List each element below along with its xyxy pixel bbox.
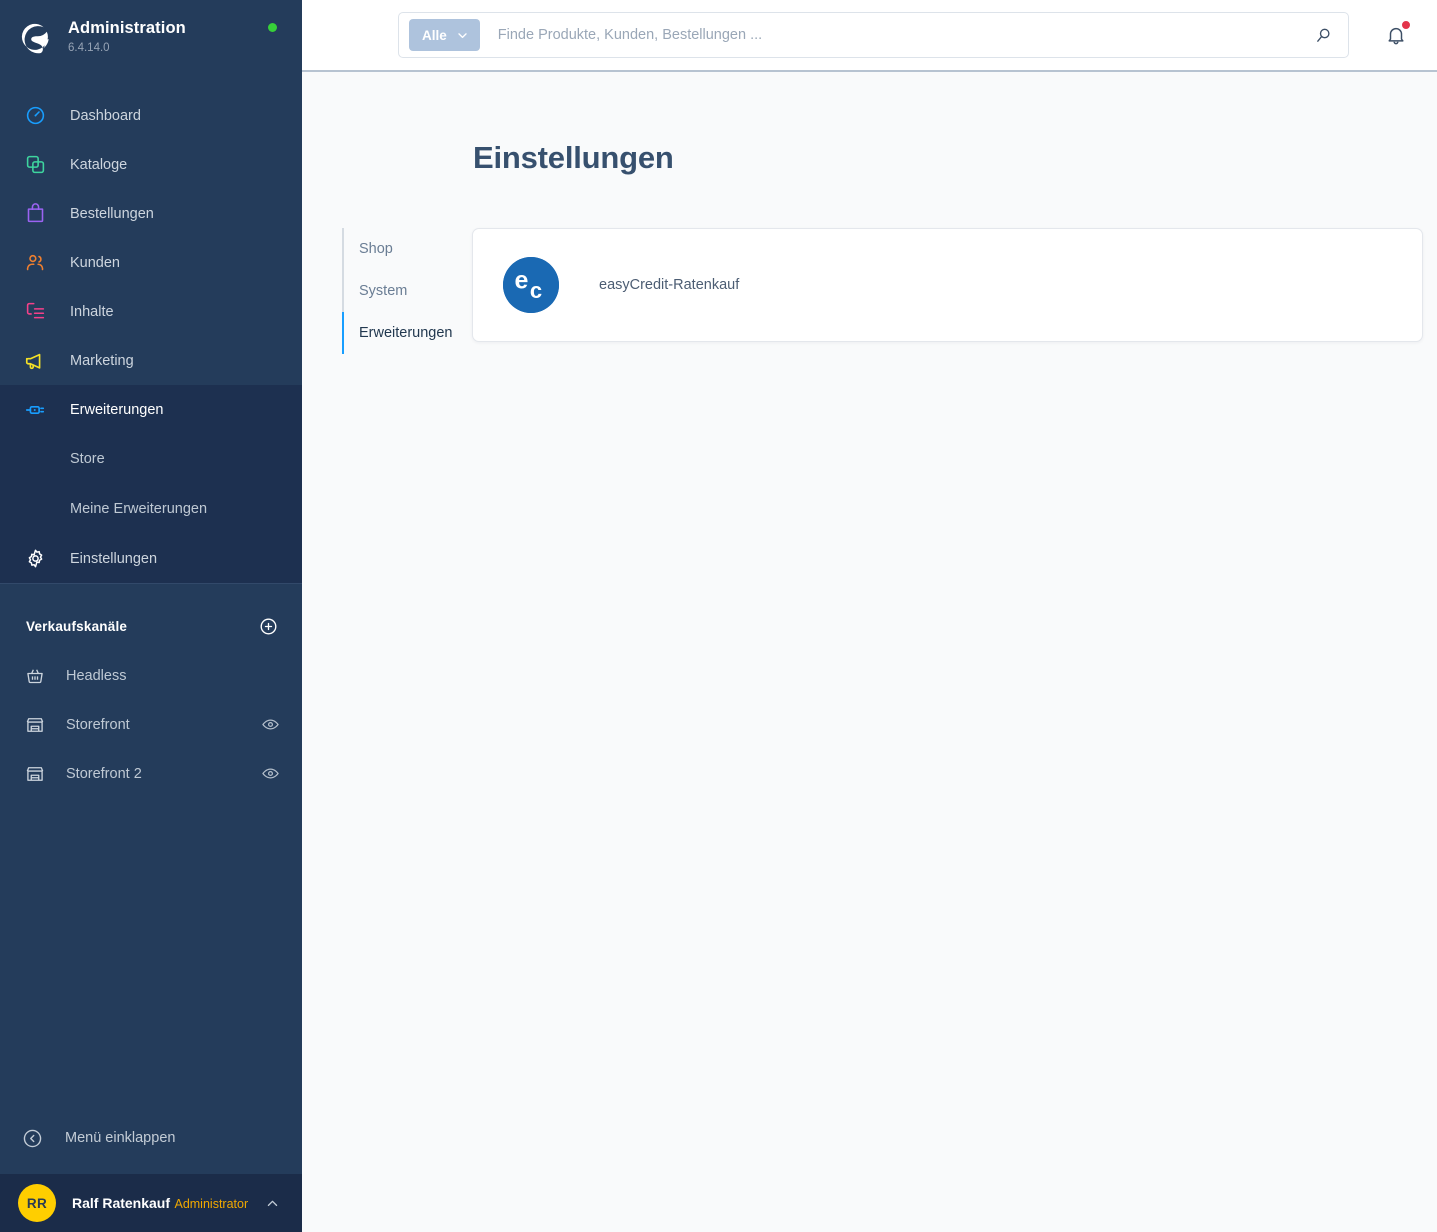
gear-icon	[22, 546, 48, 572]
settings-body: Shop System Erweiterungen e c easyCredit…	[342, 228, 1423, 354]
sidebar-item-label: Inhalte	[70, 303, 114, 320]
sidebar-divider	[0, 583, 302, 584]
plug-icon	[22, 397, 48, 423]
sidebar-item-label: Erweiterungen	[70, 401, 164, 418]
collapse-menu-button[interactable]: Menü einklappen	[0, 1112, 302, 1164]
collapse-menu-label: Menü einklappen	[65, 1130, 176, 1146]
tab-system[interactable]: System	[342, 270, 472, 312]
user-meta: Ralf Ratenkauf Administrator	[72, 1194, 265, 1213]
app-root: Administration 6.4.14.0 Dashboard Katalo…	[0, 0, 1437, 1232]
sidebar-item-marketing[interactable]: Marketing	[0, 336, 302, 385]
notification-badge-dot	[1401, 20, 1411, 30]
brand-title: Administration	[68, 19, 186, 38]
basket-icon	[22, 663, 48, 689]
primary-navigation: Dashboard Kataloge Bestellungen Kunden I…	[0, 74, 302, 584]
sidebar-item-bestellungen[interactable]: Bestellungen	[0, 189, 302, 238]
brand-version: 6.4.14.0	[68, 41, 110, 54]
orders-bag-icon	[22, 201, 48, 227]
customers-icon	[22, 250, 48, 276]
topbar: Alle	[302, 0, 1437, 72]
sidebar-group-erweiterungen: Erweiterungen Store Meine Erweiterungen	[0, 385, 302, 583]
sidebar-channel-storefront[interactable]: Storefront	[0, 700, 302, 749]
user-name: Ralf Ratenkauf	[72, 1194, 171, 1211]
sidebar: Administration 6.4.14.0 Dashboard Katalo…	[0, 0, 302, 1232]
sidebar-channel-label: Storefront 2	[66, 765, 142, 782]
sidebar-subitem-label: Meine Erweiterungen	[70, 501, 208, 517]
search-input[interactable]	[479, 27, 1304, 43]
sidebar-channel-label: Headless	[66, 667, 127, 684]
notifications-button[interactable]	[1379, 18, 1413, 52]
storefront-icon	[22, 761, 48, 787]
sidebar-subitem-label: Store	[70, 451, 105, 467]
search-scope-select[interactable]: Alle	[409, 19, 480, 51]
tab-erweiterungen[interactable]: Erweiterungen	[342, 312, 472, 354]
tab-shop[interactable]: Shop	[342, 228, 472, 270]
sidebar-subitem-store[interactable]: Store	[0, 434, 302, 484]
chevron-left-circle-icon	[22, 1128, 43, 1149]
plus-circle-icon[interactable]	[259, 617, 278, 636]
extension-name: easyCredit-Ratenkauf	[599, 277, 740, 293]
easycredit-logo-icon: e c	[503, 257, 559, 313]
sidebar-item-erweiterungen[interactable]: Erweiterungen	[0, 385, 302, 434]
extension-card[interactable]: e c easyCredit-Ratenkauf	[472, 228, 1423, 342]
main-area: Alle Finde Produkte, Kunden, Bestellunge…	[302, 0, 1437, 1232]
tab-label: Erweiterungen	[359, 325, 453, 341]
content-icon	[22, 299, 48, 325]
channels-title: Verkaufskanäle	[26, 618, 128, 634]
sidebar-item-inhalte[interactable]: Inhalte	[0, 287, 302, 336]
global-search: Alle	[398, 12, 1349, 58]
sidebar-item-label: Kunden	[70, 254, 120, 271]
sidebar-channel-storefront-2[interactable]: Storefront 2	[0, 749, 302, 798]
status-indicator-dot	[268, 23, 277, 32]
sidebar-item-einstellungen[interactable]: Einstellungen	[0, 534, 302, 583]
channels-header: Verkaufskanäle	[0, 601, 302, 651]
chevron-down-icon	[456, 29, 469, 42]
sidebar-item-kataloge[interactable]: Kataloge	[0, 140, 302, 189]
dashboard-icon	[22, 103, 48, 129]
sidebar-item-label: Marketing	[70, 352, 134, 369]
eye-icon[interactable]	[261, 764, 280, 783]
avatar: RR	[18, 1184, 56, 1222]
sidebar-item-label: Einstellungen	[70, 550, 158, 567]
eye-icon[interactable]	[261, 715, 280, 734]
sidebar-channel-label: Storefront	[66, 716, 130, 733]
tab-label: Shop	[359, 241, 393, 257]
brand-header[interactable]: Administration 6.4.14.0	[0, 0, 302, 74]
user-profile-bar[interactable]: RR Ralf Ratenkauf Administrator	[0, 1174, 302, 1232]
chevron-up-icon[interactable]	[265, 1196, 280, 1211]
search-scope-label: Alle	[422, 27, 447, 43]
sidebar-channel-headless[interactable]: Headless	[0, 651, 302, 700]
tab-label: System	[359, 283, 408, 299]
svg-text:c: c	[530, 278, 542, 303]
sidebar-item-dashboard[interactable]: Dashboard	[0, 91, 302, 140]
sidebar-item-label: Kataloge	[70, 156, 128, 173]
settings-tab-rail: Shop System Erweiterungen	[342, 228, 472, 354]
search-icon[interactable]	[1304, 16, 1342, 54]
catalog-icon	[22, 152, 48, 178]
storefront-icon	[22, 712, 48, 738]
shopware-logo-icon	[16, 18, 54, 56]
user-role: Administrator	[174, 1196, 249, 1211]
extension-card-list: e c easyCredit-Ratenkauf	[472, 228, 1423, 354]
sidebar-subitem-meine-erweiterungen[interactable]: Meine Erweiterungen	[0, 484, 302, 534]
content-area: Einstellungen Shop System Erweiterungen	[302, 72, 1437, 1232]
sidebar-item-kunden[interactable]: Kunden	[0, 238, 302, 287]
page-title: Einstellungen	[473, 140, 674, 175]
megaphone-icon	[22, 348, 48, 374]
sidebar-item-label: Dashboard	[70, 107, 141, 124]
sidebar-item-label: Bestellungen	[70, 205, 154, 222]
